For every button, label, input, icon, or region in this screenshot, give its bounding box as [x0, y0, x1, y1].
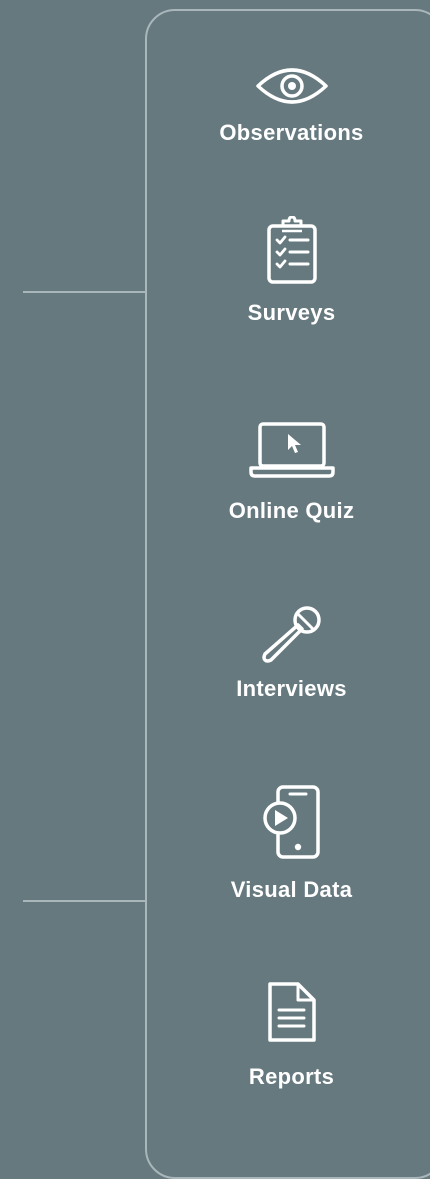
- connector-line-bottom: [23, 900, 145, 902]
- method-observations: Observations: [145, 62, 430, 146]
- method-label: Surveys: [247, 300, 336, 325]
- method-visual-data: Visual Data: [145, 785, 430, 903]
- document-icon: [267, 982, 316, 1042]
- connector-line-top: [23, 291, 145, 293]
- laptop-cursor-icon: [248, 422, 335, 478]
- method-surveys: Surveys: [145, 216, 430, 326]
- method-online-quiz: Online Quiz: [145, 420, 430, 524]
- method-reports: Reports: [145, 980, 430, 1090]
- microphone-icon: [261, 606, 321, 663]
- method-label: Online Quiz: [228, 498, 355, 523]
- method-label: Visual Data: [230, 877, 353, 902]
- method-label: Reports: [248, 1064, 335, 1089]
- method-label: Observations: [219, 120, 364, 145]
- clipboard-checklist-icon: [266, 216, 317, 284]
- phone-play-icon: [262, 785, 320, 859]
- eye-icon: [255, 68, 328, 104]
- method-interviews: Interviews: [145, 604, 430, 702]
- method-label: Interviews: [236, 676, 347, 701]
